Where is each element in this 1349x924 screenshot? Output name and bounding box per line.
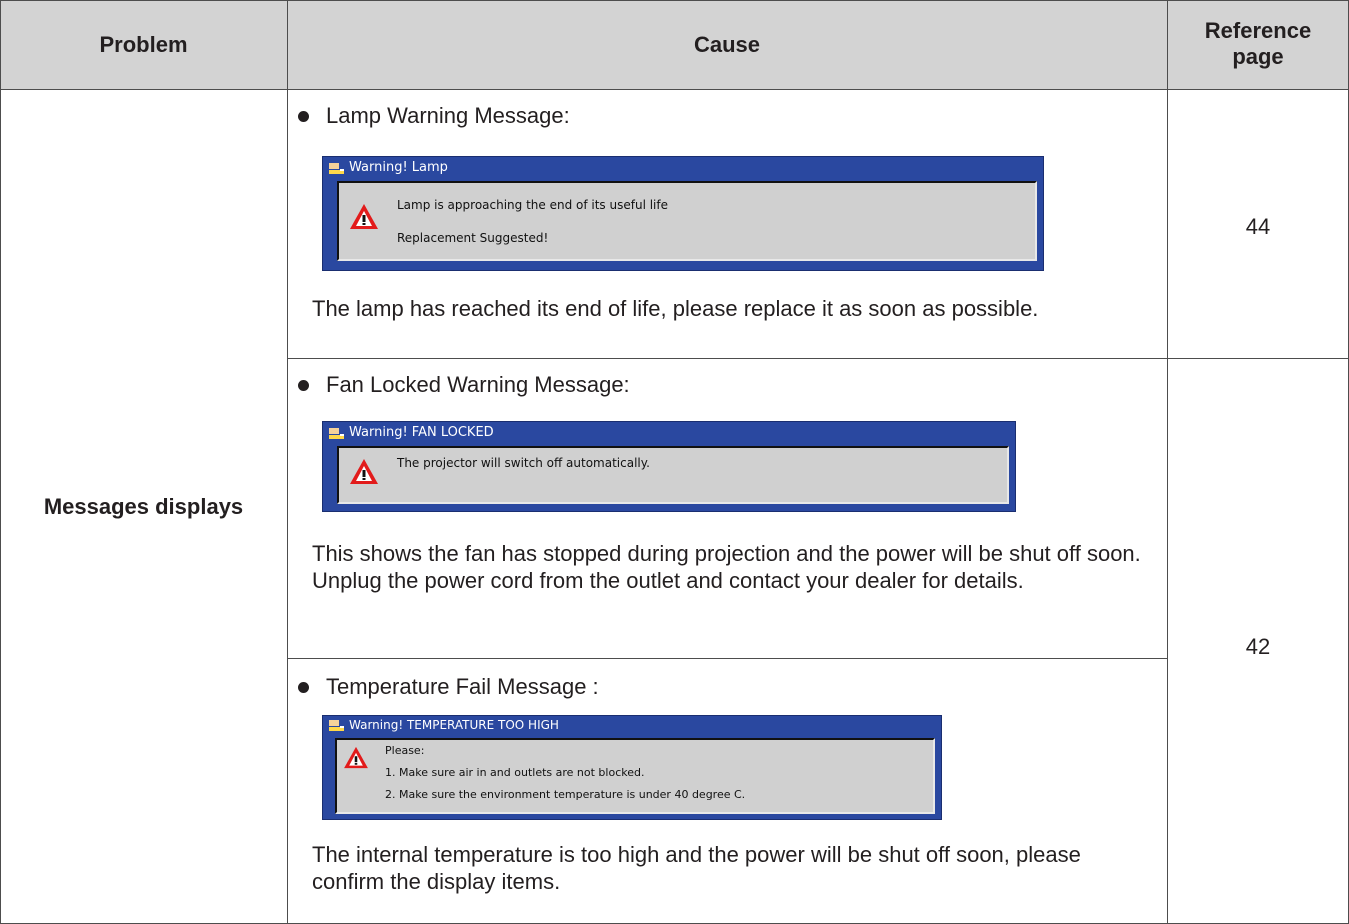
window-message-line: Lamp is approaching the end of its usefu…: [397, 198, 668, 212]
lamp-warning-window: Warning! Lamp Lamp is approaching the en…: [322, 156, 1044, 271]
temperature-warning-window: Warning! TEMPERATURE TOO HIGH Please: 1.…: [322, 715, 942, 820]
window-body: Lamp is approaching the end of its usefu…: [337, 181, 1037, 261]
bullet-dot-icon: [298, 110, 309, 122]
window-body: The projector will switch off automatica…: [337, 446, 1009, 504]
warning-triangle-icon: [350, 459, 378, 484]
projector-window-icon: [329, 161, 345, 175]
projector-window-icon: [329, 426, 345, 440]
window-title: Warning! Lamp: [329, 160, 448, 175]
description-fan-locked: This shows the fan has stopped during pr…: [312, 541, 1141, 593]
window-message-line: 2. Make sure the environment temperature…: [385, 788, 746, 801]
fan-locked-warning-window: Warning! FAN LOCKED The projector will s…: [322, 421, 1016, 512]
bullet-fan-locked-warning: Fan Locked Warning Message:: [298, 372, 630, 398]
window-message-line: 1. Make sure air in and outlets are not …: [385, 766, 645, 779]
window-message-line: Please:: [385, 744, 425, 757]
projector-window-icon: [329, 718, 345, 732]
bullet-lamp-warning: Lamp Warning Message:: [298, 103, 570, 129]
window-message-line: The projector will switch off automatica…: [397, 456, 650, 470]
warning-triangle-icon: [350, 204, 378, 229]
reference-page-fan-temp: 42: [1245, 634, 1271, 659]
description-temperature: The internal temperature is too high and…: [312, 842, 1081, 894]
bullet-dot-icon: [298, 379, 309, 391]
window-title: Warning! FAN LOCKED: [329, 425, 494, 440]
warning-triangle-icon: [344, 746, 368, 769]
header-reference-page: Reference page: [1204, 18, 1312, 69]
window-title: Warning! TEMPERATURE TOO HIGH: [329, 718, 559, 732]
bullet-label: Temperature Fail Message :: [326, 674, 599, 699]
problem-cell: Messages displays: [0, 89, 287, 924]
reference-page-lamp: 44: [1245, 214, 1271, 239]
problem-label: Messages displays: [43, 493, 244, 519]
bullet-label: Lamp Warning Message:: [326, 103, 570, 128]
bullet-label: Fan Locked Warning Message:: [326, 372, 630, 397]
bullet-temperature-fail: Temperature Fail Message :: [298, 674, 599, 700]
header-cause: Cause: [693, 32, 761, 57]
description-lamp: The lamp has reached its end of life, pl…: [312, 296, 1039, 321]
window-message-line: Replacement Suggested!: [397, 231, 549, 245]
window-body: Please: 1. Make sure air in and outlets …: [335, 738, 935, 814]
bullet-dot-icon: [298, 681, 309, 693]
header-problem: Problem: [99, 32, 188, 57]
